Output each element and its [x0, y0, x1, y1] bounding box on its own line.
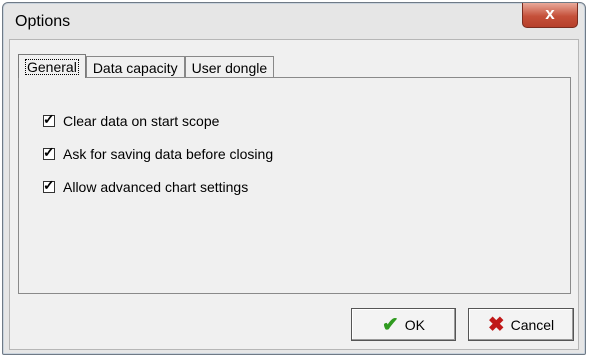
clear-data-checkbox[interactable]: ✓ — [43, 111, 55, 127]
tab-strip: General Data capacity User dongle — [18, 54, 275, 78]
option-ask-saving-before-closing[interactable]: ✓ Ask for saving data before closing — [43, 144, 274, 163]
option-allow-advanced-chart[interactable]: ✓ Allow advanced chart settings — [43, 177, 249, 196]
advanced-chart-checkbox[interactable]: ✓ — [43, 177, 55, 193]
title-bar: Options x — [3, 3, 585, 39]
cancel-button[interactable]: ✖ Cancel — [468, 308, 574, 341]
options-dialog: Options x General Data capacity User don… — [2, 2, 586, 355]
ask-saving-checkbox[interactable]: ✓ — [43, 144, 55, 160]
tab-user-dongle-label: User dongle — [191, 60, 268, 76]
close-icon: x — [545, 4, 555, 23]
cancel-button-label: Cancel — [510, 316, 555, 333]
x-icon: ✖ — [487, 314, 505, 336]
tab-general[interactable]: General — [18, 54, 86, 78]
general-tab-panel: ✓ Clear data on start scope ✓ Ask for sa… — [18, 77, 571, 294]
advanced-chart-label: Allow advanced chart settings — [63, 179, 249, 195]
option-clear-data-on-start[interactable]: ✓ Clear data on start scope — [43, 111, 220, 130]
ok-button[interactable]: ✔ OK — [351, 308, 456, 341]
clear-data-label: Clear data on start scope — [63, 113, 220, 129]
checkmark-icon: ✓ — [43, 177, 55, 193]
tab-data-capacity-label: Data capacity — [92, 60, 178, 76]
dialog-client-area: General Data capacity User dongle ✓ Clea… — [9, 39, 579, 350]
checkmark-icon: ✓ — [43, 144, 55, 160]
checkmark-icon: ✓ — [43, 111, 55, 127]
checkmark-icon: ✔ — [382, 314, 399, 336]
ask-saving-label: Ask for saving data before closing — [63, 146, 274, 162]
close-button[interactable]: x — [522, 3, 578, 28]
tab-user-dongle[interactable]: User dongle — [184, 56, 275, 78]
dialog-title: Options — [15, 13, 71, 30]
tab-data-capacity[interactable]: Data capacity — [85, 56, 185, 78]
ok-button-label: OK — [404, 316, 425, 333]
tab-general-label: General — [25, 59, 79, 75]
